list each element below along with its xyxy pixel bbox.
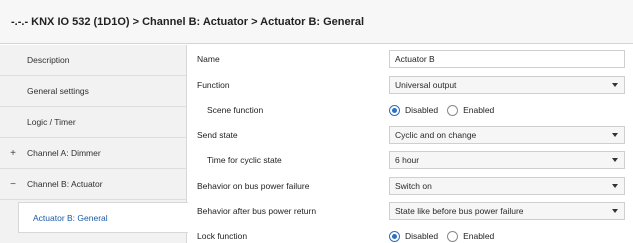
send-state-dropdown[interactable]: Cyclic and on change <box>389 126 625 144</box>
chevron-down-icon <box>612 133 618 137</box>
param-row-bus-failure: Behavior on bus power failure Switch on <box>188 175 633 197</box>
param-row-name: Name <box>188 48 633 70</box>
window-title-bar: -.-.- KNX IO 532 (1D1O) > Channel B: Act… <box>0 0 633 44</box>
sidebar-item-actuator-b-general[interactable]: Actuator B: General <box>18 202 188 233</box>
chevron-down-icon <box>612 184 618 188</box>
scene-function-radio-group: Disabled Enabled <box>389 99 503 121</box>
parameter-panel: Name Function Universal output Scene fun… <box>188 45 633 243</box>
expand-icon[interactable]: + <box>8 148 18 159</box>
radio-selected-icon <box>389 104 400 116</box>
dropdown-value: 6 hour <box>395 155 420 165</box>
lock-enabled-radio[interactable]: Enabled <box>447 230 495 242</box>
param-label: Name <box>197 54 220 64</box>
sidebar-item-label: Channel B: Actuator <box>27 179 103 189</box>
radio-label: Enabled <box>463 105 495 115</box>
param-label: Scene function <box>207 105 264 115</box>
param-label: Time for cyclic state <box>207 155 282 165</box>
sidebar-item-channel-b-actuator[interactable]: − Channel B: Actuator <box>0 169 186 200</box>
param-row-scene-function: Scene function Disabled Enabled <box>188 99 633 121</box>
radio-label: Disabled <box>405 231 439 241</box>
sidebar-item-channel-a-dimmer[interactable]: + Channel A: Dimmer <box>0 138 186 169</box>
param-row-send-state: Send state Cyclic and on change <box>188 124 633 146</box>
param-row-time-cyclic: Time for cyclic state 6 hour <box>188 149 633 171</box>
sidebar-item-general-settings[interactable]: General settings <box>0 76 186 107</box>
lock-function-radio-group: Disabled Enabled <box>389 225 503 243</box>
dropdown-value: State like before bus power failure <box>395 206 524 216</box>
chevron-down-icon <box>612 83 618 87</box>
radio-label: Enabled <box>463 231 495 241</box>
sidebar-item-label: General settings <box>27 86 89 96</box>
sidebar-item-label: Description <box>27 55 70 65</box>
scene-enabled-radio[interactable]: Enabled <box>447 104 495 116</box>
sidebar-item-description[interactable]: Description <box>0 45 186 76</box>
sidebar-item-label: Logic / Timer <box>27 117 76 127</box>
param-label: Behavior on bus power failure <box>197 181 310 191</box>
dropdown-value: Universal output <box>395 80 457 90</box>
sidebar-item-label: Actuator B: General <box>33 212 108 223</box>
radio-label: Disabled <box>405 105 439 115</box>
name-input[interactable] <box>389 50 625 68</box>
time-cyclic-dropdown[interactable]: 6 hour <box>389 151 625 169</box>
bus-failure-dropdown[interactable]: Switch on <box>389 177 625 195</box>
param-label: Lock function <box>197 231 248 241</box>
param-label: Function <box>197 80 230 90</box>
param-row-function: Function Universal output <box>188 74 633 96</box>
breadcrumb-title: -.-.- KNX IO 532 (1D1O) > Channel B: Act… <box>11 15 365 28</box>
dropdown-value: Cyclic and on change <box>395 130 477 140</box>
radio-unselected-icon <box>447 230 459 242</box>
param-row-lock-function: Lock function Disabled Enabled <box>188 225 633 243</box>
sidebar-item-label: Channel A: Dimmer <box>27 148 101 158</box>
chevron-down-icon <box>612 209 618 213</box>
param-label: Behavior after bus power return <box>197 206 317 216</box>
collapse-icon[interactable]: − <box>8 179 18 190</box>
radio-unselected-icon <box>447 104 459 116</box>
radio-selected-icon <box>389 230 400 242</box>
lock-disabled-radio[interactable]: Disabled <box>389 230 439 242</box>
param-label: Send state <box>197 130 238 140</box>
chevron-down-icon <box>612 158 618 162</box>
bus-return-dropdown[interactable]: State like before bus power failure <box>389 202 625 220</box>
param-row-bus-return: Behavior after bus power return State li… <box>188 200 633 222</box>
function-dropdown[interactable]: Universal output <box>389 76 625 94</box>
sidebar-item-logic-timer[interactable]: Logic / Timer <box>0 107 186 138</box>
sidebar: Description General settings Logic / Tim… <box>0 45 188 243</box>
dropdown-value: Switch on <box>395 181 432 191</box>
scene-disabled-radio[interactable]: Disabled <box>389 104 439 116</box>
